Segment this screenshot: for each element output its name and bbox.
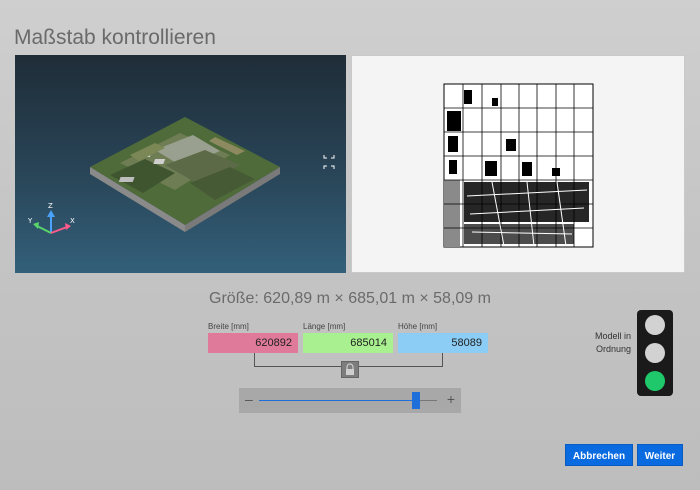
slider-plus-button[interactable]: +: [447, 391, 455, 407]
expand-icon: [323, 155, 335, 169]
slider-fill: [259, 400, 416, 401]
length-field[interactable]: 685014: [303, 333, 393, 353]
status-traffic-light: [637, 310, 673, 396]
page-title: Maßstab kontrollieren: [14, 26, 216, 49]
width-field[interactable]: 620892: [208, 333, 298, 353]
axis-z-label: Z: [48, 202, 53, 210]
yellow-light: [645, 343, 665, 363]
length-label: Länge [mm]: [303, 322, 346, 331]
slider-track[interactable]: [259, 392, 437, 409]
axis-x-label: X: [70, 217, 75, 225]
cancel-button[interactable]: Abbrechen: [565, 444, 633, 466]
status-label-line1: Modell in: [594, 331, 631, 341]
status-label: Modell in Ordnung: [583, 330, 631, 356]
green-light: [645, 371, 665, 391]
width-label: Breite [mm]: [208, 322, 249, 331]
3d-viewport[interactable]: Z Y X: [15, 55, 346, 273]
scale-slider[interactable]: – +: [239, 388, 461, 413]
height-label: Höhe [mm]: [398, 322, 438, 331]
axis-gizmo: Z Y X: [27, 202, 75, 234]
lock-icon: [346, 363, 354, 375]
2d-plan-viewport[interactable]: [351, 55, 685, 273]
aspect-lock-button[interactable]: [341, 361, 359, 378]
next-button[interactable]: Weiter: [637, 444, 683, 466]
size-summary: Größe: 620,89 m × 685,01 m × 58,09 m: [209, 290, 491, 307]
slider-thumb[interactable]: [411, 392, 420, 409]
height-field[interactable]: 58089: [398, 333, 488, 353]
red-light: [645, 315, 665, 335]
slider-minus-button[interactable]: –: [245, 391, 253, 407]
status-label-line2: Ordnung: [595, 344, 631, 354]
axis-y-label: Y: [27, 217, 33, 225]
